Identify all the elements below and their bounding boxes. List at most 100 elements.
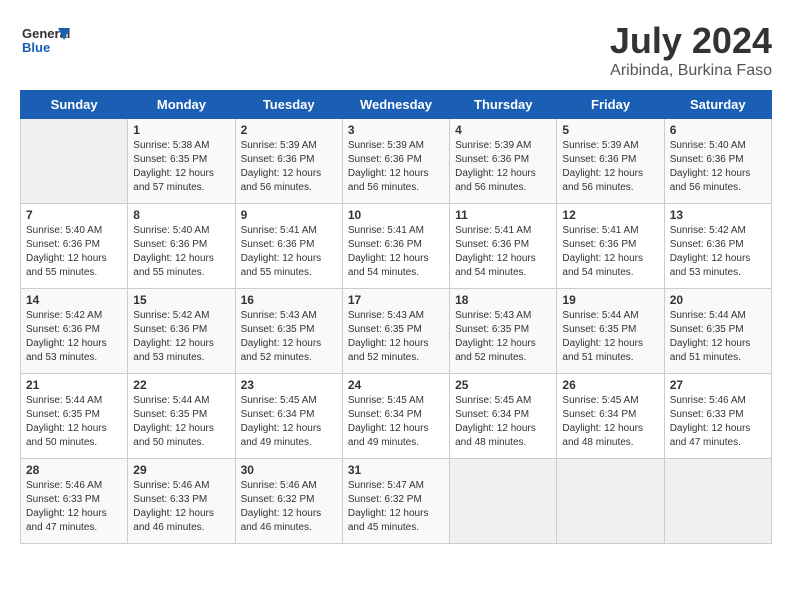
day-number: 6: [670, 123, 766, 137]
daylight-text: Daylight: 12 hours and 48 minutes.: [562, 423, 643, 448]
cell-content: Sunrise: 5:41 AM Sunset: 6:36 PM Dayligh…: [455, 224, 551, 280]
calendar-cell: 4 Sunrise: 5:39 AM Sunset: 6:36 PM Dayli…: [450, 119, 557, 204]
calendar-cell: 16 Sunrise: 5:43 AM Sunset: 6:35 PM Dayl…: [235, 289, 342, 374]
daylight-text: Daylight: 12 hours and 52 minutes.: [241, 338, 322, 363]
cell-content: Sunrise: 5:45 AM Sunset: 6:34 PM Dayligh…: [241, 394, 337, 450]
sunrise-text: Sunrise: 5:41 AM: [348, 225, 424, 236]
daylight-text: Daylight: 12 hours and 52 minutes.: [455, 338, 536, 363]
cell-content: Sunrise: 5:40 AM Sunset: 6:36 PM Dayligh…: [133, 224, 229, 280]
sunset-text: Sunset: 6:35 PM: [241, 324, 315, 335]
sunset-text: Sunset: 6:36 PM: [348, 154, 422, 165]
daylight-text: Daylight: 12 hours and 54 minutes.: [455, 253, 536, 278]
column-header-monday: Monday: [128, 91, 235, 119]
day-number: 27: [670, 378, 766, 392]
calendar-cell: 3 Sunrise: 5:39 AM Sunset: 6:36 PM Dayli…: [342, 119, 449, 204]
calendar-cell: 28 Sunrise: 5:46 AM Sunset: 6:33 PM Dayl…: [21, 459, 128, 544]
sunrise-text: Sunrise: 5:44 AM: [670, 310, 746, 321]
daylight-text: Daylight: 12 hours and 54 minutes.: [562, 253, 643, 278]
sunrise-text: Sunrise: 5:40 AM: [26, 225, 102, 236]
calendar-cell: 14 Sunrise: 5:42 AM Sunset: 6:36 PM Dayl…: [21, 289, 128, 374]
daylight-text: Daylight: 12 hours and 47 minutes.: [670, 423, 751, 448]
column-header-saturday: Saturday: [664, 91, 771, 119]
day-number: 30: [241, 463, 337, 477]
cell-content: Sunrise: 5:40 AM Sunset: 6:36 PM Dayligh…: [26, 224, 122, 280]
sunrise-text: Sunrise: 5:45 AM: [348, 395, 424, 406]
column-header-friday: Friday: [557, 91, 664, 119]
daylight-text: Daylight: 12 hours and 51 minutes.: [562, 338, 643, 363]
calendar-cell: 5 Sunrise: 5:39 AM Sunset: 6:36 PM Dayli…: [557, 119, 664, 204]
day-number: 19: [562, 293, 658, 307]
daylight-text: Daylight: 12 hours and 49 minutes.: [241, 423, 322, 448]
cell-content: Sunrise: 5:43 AM Sunset: 6:35 PM Dayligh…: [348, 309, 444, 365]
calendar-cell: 20 Sunrise: 5:44 AM Sunset: 6:35 PM Dayl…: [664, 289, 771, 374]
calendar-cell: 1 Sunrise: 5:38 AM Sunset: 6:35 PM Dayli…: [128, 119, 235, 204]
cell-content: Sunrise: 5:44 AM Sunset: 6:35 PM Dayligh…: [133, 394, 229, 450]
sunset-text: Sunset: 6:36 PM: [26, 239, 100, 250]
calendar-cell: 15 Sunrise: 5:42 AM Sunset: 6:36 PM Dayl…: [128, 289, 235, 374]
sunset-text: Sunset: 6:36 PM: [562, 239, 636, 250]
day-number: 28: [26, 463, 122, 477]
day-number: 2: [241, 123, 337, 137]
calendar-cell: 13 Sunrise: 5:42 AM Sunset: 6:36 PM Dayl…: [664, 204, 771, 289]
day-number: 9: [241, 208, 337, 222]
day-number: 31: [348, 463, 444, 477]
cell-content: Sunrise: 5:41 AM Sunset: 6:36 PM Dayligh…: [562, 224, 658, 280]
sunset-text: Sunset: 6:35 PM: [26, 409, 100, 420]
day-number: 21: [26, 378, 122, 392]
cell-content: Sunrise: 5:42 AM Sunset: 6:36 PM Dayligh…: [133, 309, 229, 365]
calendar-cell: 2 Sunrise: 5:39 AM Sunset: 6:36 PM Dayli…: [235, 119, 342, 204]
day-number: 26: [562, 378, 658, 392]
day-number: 22: [133, 378, 229, 392]
cell-content: Sunrise: 5:39 AM Sunset: 6:36 PM Dayligh…: [348, 139, 444, 195]
calendar-cell: 29 Sunrise: 5:46 AM Sunset: 6:33 PM Dayl…: [128, 459, 235, 544]
sunset-text: Sunset: 6:32 PM: [241, 494, 315, 505]
logo: General Blue: [20, 20, 70, 65]
sunrise-text: Sunrise: 5:39 AM: [562, 140, 638, 151]
daylight-text: Daylight: 12 hours and 49 minutes.: [348, 423, 429, 448]
sunset-text: Sunset: 6:36 PM: [133, 239, 207, 250]
sunrise-text: Sunrise: 5:46 AM: [670, 395, 746, 406]
sunset-text: Sunset: 6:36 PM: [562, 154, 636, 165]
sunset-text: Sunset: 6:36 PM: [241, 154, 315, 165]
cell-content: Sunrise: 5:44 AM Sunset: 6:35 PM Dayligh…: [670, 309, 766, 365]
sunrise-text: Sunrise: 5:43 AM: [348, 310, 424, 321]
header: General Blue July 2024 Aribinda, Burkina…: [20, 20, 772, 80]
day-number: 3: [348, 123, 444, 137]
sunrise-text: Sunrise: 5:47 AM: [348, 480, 424, 491]
day-number: 10: [348, 208, 444, 222]
sunrise-text: Sunrise: 5:45 AM: [455, 395, 531, 406]
title-area: July 2024 Aribinda, Burkina Faso: [610, 20, 772, 80]
day-number: 20: [670, 293, 766, 307]
column-header-thursday: Thursday: [450, 91, 557, 119]
calendar-cell: 17 Sunrise: 5:43 AM Sunset: 6:35 PM Dayl…: [342, 289, 449, 374]
day-number: 29: [133, 463, 229, 477]
sunrise-text: Sunrise: 5:41 AM: [455, 225, 531, 236]
sunrise-text: Sunrise: 5:40 AM: [133, 225, 209, 236]
sunset-text: Sunset: 6:34 PM: [241, 409, 315, 420]
sunset-text: Sunset: 6:35 PM: [455, 324, 529, 335]
day-number: 14: [26, 293, 122, 307]
day-number: 5: [562, 123, 658, 137]
calendar-cell: 25 Sunrise: 5:45 AM Sunset: 6:34 PM Dayl…: [450, 374, 557, 459]
sunset-text: Sunset: 6:33 PM: [133, 494, 207, 505]
calendar-cell: 31 Sunrise: 5:47 AM Sunset: 6:32 PM Dayl…: [342, 459, 449, 544]
calendar-cell: 11 Sunrise: 5:41 AM Sunset: 6:36 PM Dayl…: [450, 204, 557, 289]
sunrise-text: Sunrise: 5:39 AM: [455, 140, 531, 151]
sunrise-text: Sunrise: 5:43 AM: [241, 310, 317, 321]
calendar-cell: 30 Sunrise: 5:46 AM Sunset: 6:32 PM Dayl…: [235, 459, 342, 544]
sunset-text: Sunset: 6:34 PM: [348, 409, 422, 420]
day-number: 16: [241, 293, 337, 307]
sunset-text: Sunset: 6:36 PM: [455, 239, 529, 250]
sunrise-text: Sunrise: 5:42 AM: [670, 225, 746, 236]
sunset-text: Sunset: 6:36 PM: [241, 239, 315, 250]
calendar-cell: 12 Sunrise: 5:41 AM Sunset: 6:36 PM Dayl…: [557, 204, 664, 289]
calendar-cell: 23 Sunrise: 5:45 AM Sunset: 6:34 PM Dayl…: [235, 374, 342, 459]
sunset-text: Sunset: 6:33 PM: [26, 494, 100, 505]
calendar-table: SundayMondayTuesdayWednesdayThursdayFrid…: [20, 90, 772, 544]
cell-content: Sunrise: 5:46 AM Sunset: 6:32 PM Dayligh…: [241, 479, 337, 535]
calendar-cell: [557, 459, 664, 544]
calendar-cell: 9 Sunrise: 5:41 AM Sunset: 6:36 PM Dayli…: [235, 204, 342, 289]
column-header-tuesday: Tuesday: [235, 91, 342, 119]
day-number: 13: [670, 208, 766, 222]
cell-content: Sunrise: 5:41 AM Sunset: 6:36 PM Dayligh…: [348, 224, 444, 280]
